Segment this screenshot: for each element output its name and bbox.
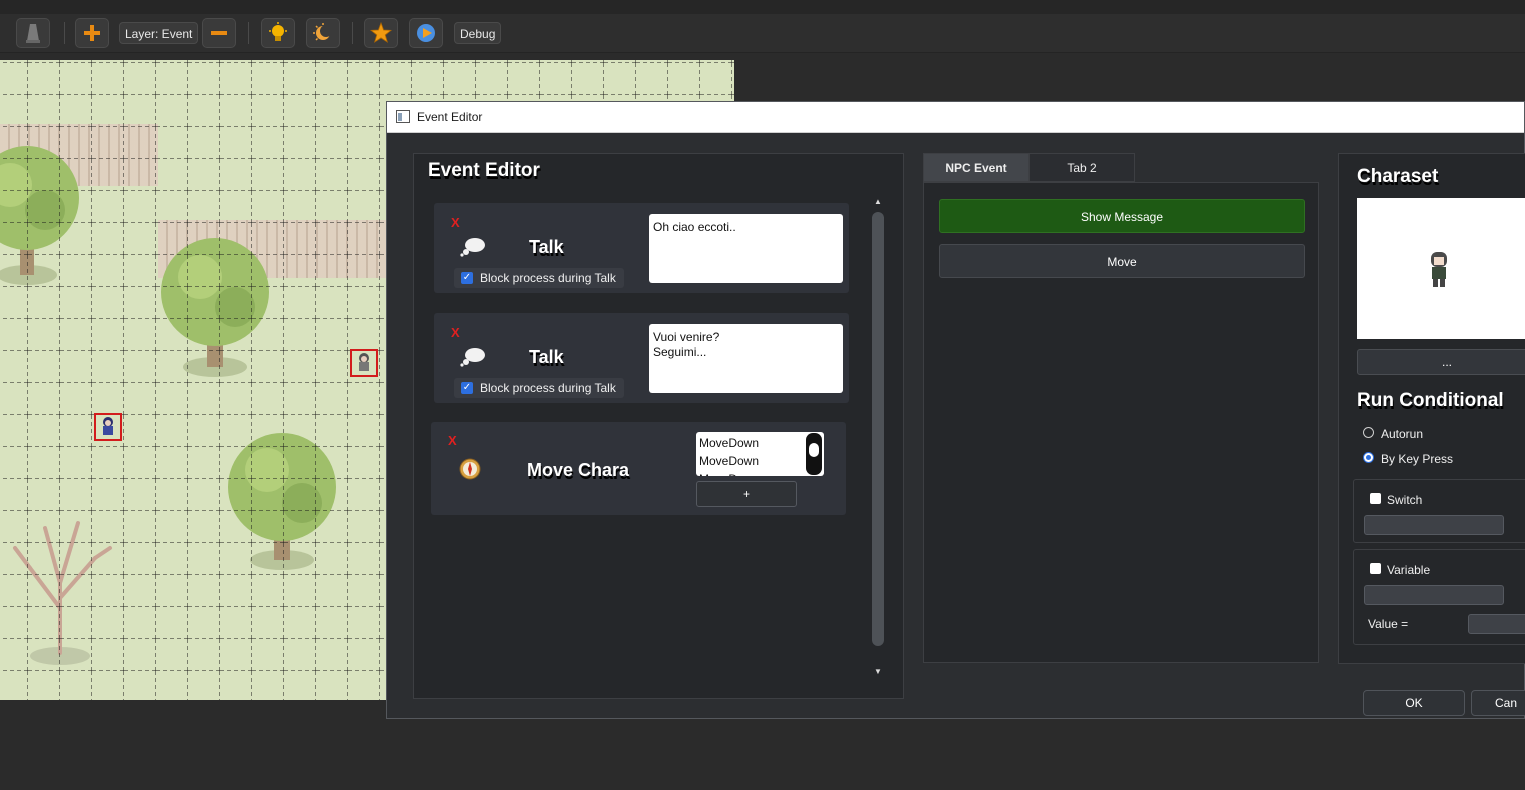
command-card-talk: X Talk ✓ Block process during Talk Oh ci… bbox=[434, 203, 849, 293]
remove-command-button[interactable]: X bbox=[451, 215, 460, 230]
remove-icon[interactable] bbox=[202, 18, 236, 48]
scroll-up-arrow[interactable]: ▲ bbox=[874, 197, 882, 206]
command-card-move-chara: X Move Chara MoveDown MoveDown MoveDown … bbox=[431, 422, 846, 515]
event-editor-dialog: Event Editor Event Editor X Talk ✓ Block… bbox=[386, 101, 1525, 719]
tab-npc-event[interactable]: NPC Event bbox=[923, 153, 1029, 182]
value-label: Value = bbox=[1368, 617, 1409, 631]
npc-sprite-selected[interactable] bbox=[350, 349, 378, 377]
ok-button[interactable]: OK bbox=[1363, 690, 1465, 716]
window-icon bbox=[396, 110, 410, 123]
block-process-label: Block process during Talk bbox=[480, 271, 616, 285]
charaset-title: Charaset bbox=[1357, 166, 1439, 187]
switch-group: Switch bbox=[1353, 479, 1525, 543]
event-editor-title: Event Editor bbox=[428, 160, 540, 181]
move-button[interactable]: Move bbox=[939, 244, 1305, 278]
variable-checkbox[interactable] bbox=[1370, 563, 1381, 574]
toolbar: Layer: Event Debug bbox=[0, 14, 1525, 53]
value-field[interactable] bbox=[1468, 614, 1525, 634]
move-list[interactable]: MoveDown MoveDown MoveDown bbox=[696, 432, 824, 476]
show-message-button[interactable]: Show Message bbox=[939, 199, 1305, 233]
variable-group: Variable Value = bbox=[1353, 549, 1525, 645]
by-key-press-radio[interactable] bbox=[1363, 452, 1374, 463]
play-icon[interactable] bbox=[409, 18, 443, 48]
title-strip bbox=[0, 0, 1525, 14]
checkmark-icon: ✓ bbox=[461, 272, 473, 284]
move-list-item[interactable]: MoveDown bbox=[699, 434, 759, 452]
properties-panel: Charaset ... Run Conditional Autorun By … bbox=[1338, 153, 1525, 664]
toolbar-separator bbox=[248, 22, 249, 44]
actions-panel: Show Message Move bbox=[923, 182, 1319, 663]
by-key-press-label: By Key Press bbox=[1381, 452, 1454, 466]
block-process-checkbox[interactable]: ✓ Block process during Talk bbox=[454, 378, 624, 398]
night-icon[interactable] bbox=[306, 18, 340, 48]
move-list-scrollbar[interactable] bbox=[806, 433, 822, 475]
layer-selector[interactable]: Layer: Event bbox=[119, 22, 199, 44]
compass-icon bbox=[459, 458, 481, 480]
scroll-down-arrow[interactable]: ▼ bbox=[874, 667, 882, 676]
command-title: Move Chara bbox=[527, 460, 630, 480]
move-list-item[interactable]: MoveDown bbox=[699, 452, 759, 470]
charaset-preview[interactable] bbox=[1357, 198, 1525, 339]
variable-field[interactable] bbox=[1364, 585, 1504, 605]
run-conditional-title: Run Conditional bbox=[1357, 390, 1504, 411]
add-move-button[interactable]: + bbox=[696, 481, 797, 507]
remove-command-button[interactable]: X bbox=[448, 433, 457, 448]
message-textarea[interactable]: Vuoi venire? Seguimi... bbox=[649, 324, 843, 393]
switch-checkbox[interactable] bbox=[1370, 493, 1381, 504]
lightbulb-icon[interactable] bbox=[261, 18, 295, 48]
thought-bubble-icon bbox=[460, 238, 485, 257]
message-textarea[interactable]: Oh ciao eccoti.. bbox=[649, 214, 843, 283]
cone-icon[interactable] bbox=[16, 18, 50, 48]
command-title: Talk bbox=[529, 347, 564, 367]
dialog-title: Event Editor bbox=[417, 110, 483, 124]
checkmark-icon: ✓ bbox=[461, 382, 473, 394]
switch-label: Switch bbox=[1387, 493, 1423, 507]
add-icon[interactable] bbox=[75, 18, 109, 48]
tab-2[interactable]: Tab 2 bbox=[1029, 153, 1135, 182]
remove-command-button[interactable]: X bbox=[451, 325, 460, 340]
command-title: Talk bbox=[529, 237, 564, 257]
toolbar-separator bbox=[352, 22, 353, 44]
cancel-button[interactable]: Can bbox=[1471, 690, 1525, 716]
block-process-checkbox[interactable]: ✓ Block process during Talk bbox=[454, 268, 624, 288]
npc-sprite[interactable] bbox=[94, 413, 122, 441]
commands-scrollbar[interactable] bbox=[872, 212, 884, 646]
block-process-label: Block process during Talk bbox=[480, 381, 616, 395]
command-card-talk: X Talk ✓ Block process during Talk Vuoi … bbox=[434, 313, 849, 403]
toolbar-separator bbox=[64, 22, 65, 44]
character-sprite bbox=[1431, 252, 1447, 287]
variable-label: Variable bbox=[1387, 563, 1431, 577]
move-list-item[interactable]: MoveDown bbox=[699, 470, 759, 476]
charaset-browse-button[interactable]: ... bbox=[1357, 349, 1525, 375]
autorun-radio[interactable] bbox=[1363, 427, 1374, 438]
event-editor-panel: Event Editor X Talk ✓ Block process duri… bbox=[413, 153, 904, 699]
scrollbar-thumb[interactable] bbox=[809, 443, 819, 457]
switch-field[interactable] bbox=[1364, 515, 1504, 535]
autorun-label: Autorun bbox=[1381, 427, 1424, 441]
dialog-titlebar[interactable]: Event Editor bbox=[387, 102, 1524, 133]
star-icon[interactable] bbox=[364, 18, 398, 48]
debug-button[interactable]: Debug bbox=[454, 22, 502, 44]
thought-bubble-icon bbox=[460, 348, 485, 367]
